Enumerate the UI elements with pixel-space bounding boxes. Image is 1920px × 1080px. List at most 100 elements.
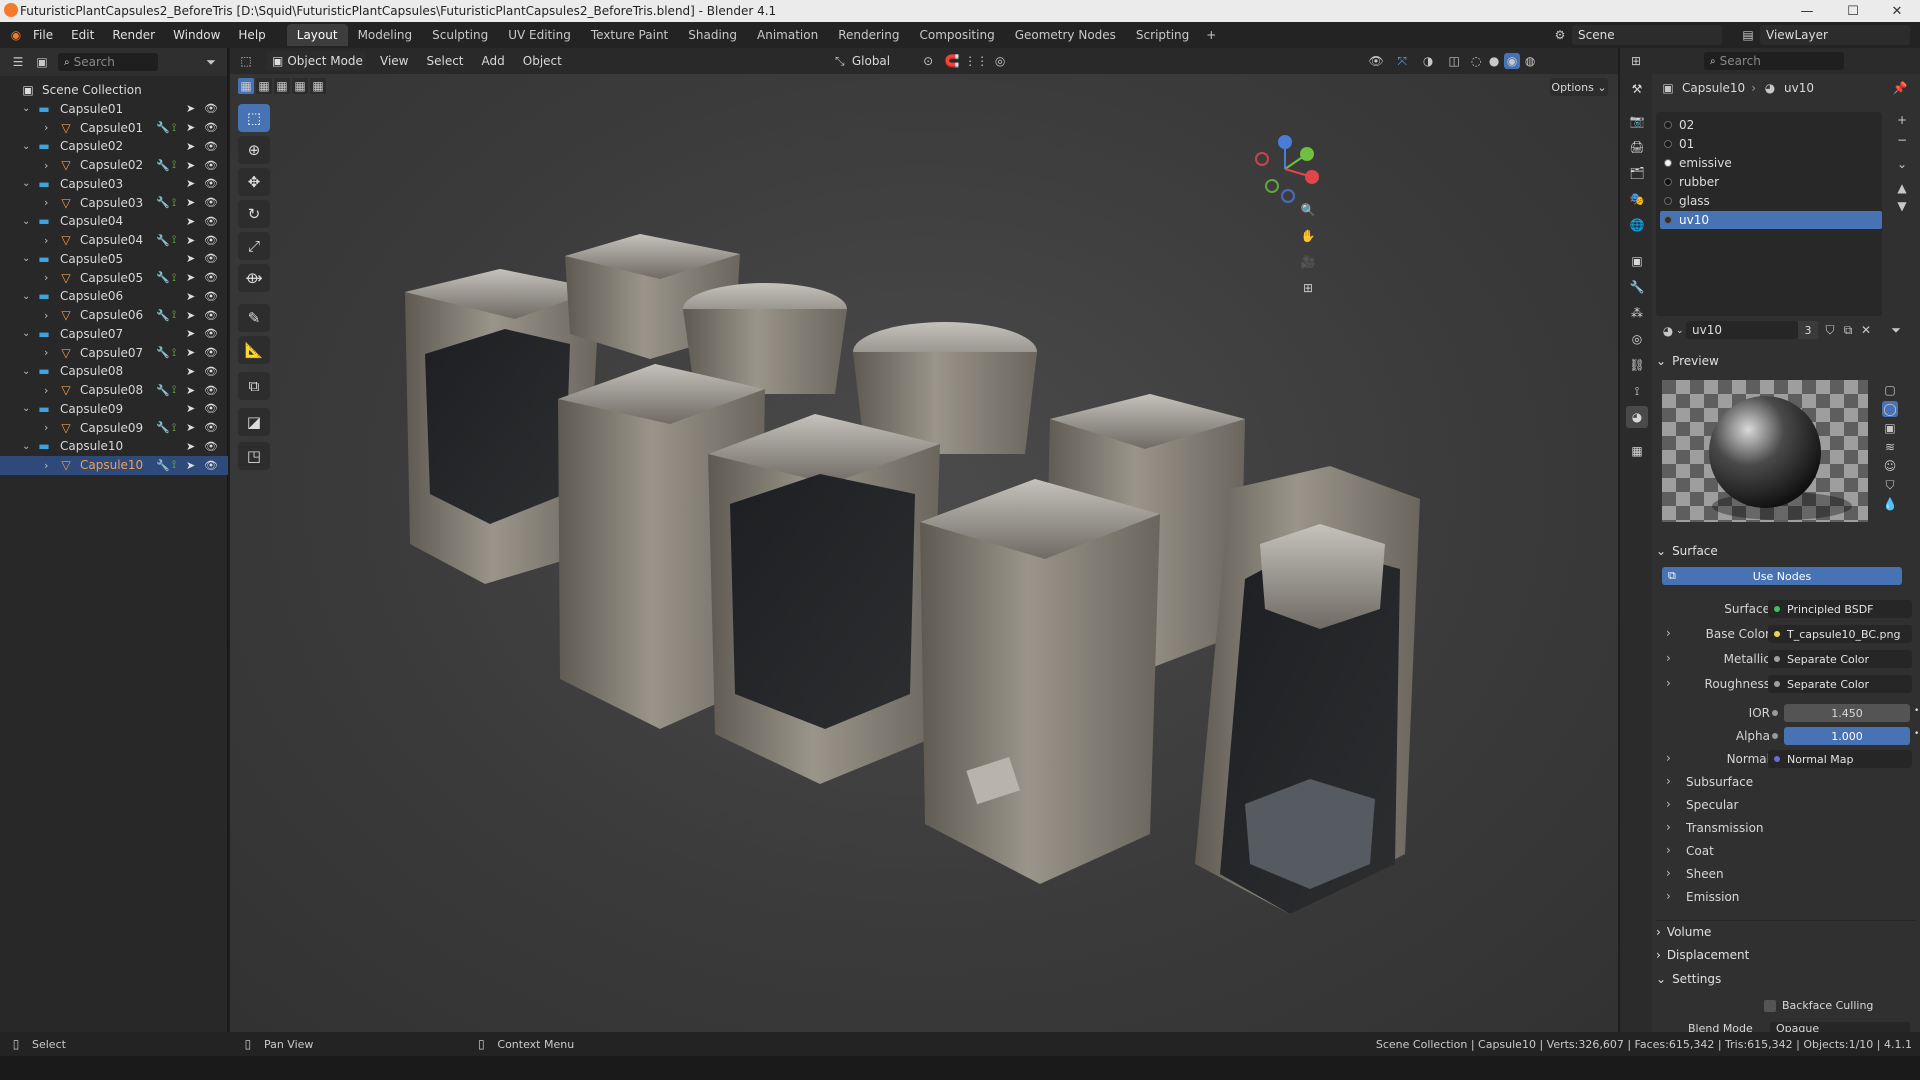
eye-icon[interactable]: 👁 [204,327,218,340]
subpanel-emission[interactable]: › Emission [1652,886,1920,908]
snap-icon[interactable]: 🧲 [944,53,960,69]
outliner-search-input[interactable]: ⌕ Search [58,53,158,71]
data-tab-icon[interactable]: ⟟ [1626,380,1648,402]
outliner-object-row[interactable]: › ▽ Capsule02 🔧 ⟟ ➤ 👁 [0,156,228,175]
orientation-selector[interactable]: Global [852,54,890,68]
menu-add[interactable]: Add [482,54,505,68]
modifier-wrench-icon[interactable]: 🔧 [156,309,170,322]
selectable-arrow-icon[interactable]: ➤ [186,346,195,359]
blender-menu-icon[interactable]: ◉ [8,27,24,43]
eye-icon[interactable]: 👁 [204,196,218,209]
selectable-arrow-icon[interactable]: ➤ [186,215,195,228]
pivot-icon[interactable]: ⊙ [920,53,936,69]
eye-icon[interactable]: 👁 [204,140,218,153]
menu-view[interactable]: View [380,54,408,68]
navigation-gizmo[interactable] [1250,134,1320,204]
selectable-arrow-icon[interactable]: ➤ [186,252,195,265]
chevron-right-icon[interactable]: › [1666,626,1671,640]
modifier-wrench-icon[interactable]: 🔧 [156,196,170,209]
tab-uv-editing[interactable]: UV Editing [498,24,581,46]
chevron-down-icon[interactable]: ⌄ [22,253,30,264]
menu-object[interactable]: Object [523,54,562,68]
tool-tab-icon[interactable]: ⚒ [1626,78,1648,100]
render-tab-icon[interactable]: 📷 [1626,110,1648,132]
chevron-right-icon[interactable]: › [1666,751,1671,765]
material-shading-icon[interactable]: ◉ [1504,53,1521,69]
eye-icon[interactable]: 👁 [204,440,218,453]
selectable-arrow-icon[interactable]: ➤ [186,421,195,434]
3d-viewport[interactable]: ⬚ ▣ Object Mode View Select Add Object ⤡ … [230,48,1618,1032]
outliner-collection-row[interactable]: ⌄ ▬ Capsule06 ➤ 👁 [0,287,228,306]
perspective-grid-icon[interactable]: ⊞ [1300,280,1316,296]
modifier-wrench-icon[interactable]: 🔧 [156,121,170,134]
selectable-arrow-icon[interactable]: ➤ [186,327,195,340]
mesh-data-icon[interactable]: ⟟ [172,271,176,285]
chevron-down-icon[interactable]: ⌄ [22,178,30,189]
maximize-button[interactable]: ☐ [1830,0,1876,22]
keyframe-dot-icon[interactable]: • [1914,729,1919,739]
outliner-object-row[interactable]: › ▽ Capsule04 🔧 ⟟ ➤ 👁 [0,231,228,250]
world-tab-icon[interactable]: 🌐 [1626,214,1648,236]
preview-panel-header[interactable]: ⌄ Preview [1656,350,1916,372]
input-link[interactable]: T_capsule10_BC.png [1768,625,1912,643]
modifier-wrench-icon[interactable]: 🔧 [156,421,170,434]
displacement-panel-header[interactable]: › Displacement [1656,944,1916,966]
cloth-preview-icon[interactable]: ⛉ [1882,477,1898,493]
move-slot-down-icon[interactable]: ▼ [1894,198,1910,214]
wireframe-shading-icon[interactable]: ◌ [1468,53,1484,69]
material-slot[interactable]: uv10 [1660,211,1882,229]
chevron-right-icon[interactable]: › [44,159,48,172]
chevron-right-icon[interactable]: › [44,234,48,247]
material-name-field[interactable]: uv10 [1686,321,1798,339]
outliner-object-row[interactable]: › ▽ Capsule01 🔧 ⟟ ➤ 👁 [0,118,228,137]
filter-icon[interactable]: ⏷ [203,54,219,70]
outliner-object-row[interactable]: › ▽ Capsule03 🔧 ⟟ ➤ 👁 [0,193,228,212]
subpanel-coat[interactable]: › Coat [1652,840,1920,862]
outliner-object-row[interactable]: › ▽ Capsule06 🔧 ⟟ ➤ 👁 [0,306,228,325]
chevron-right-icon[interactable]: › [44,346,48,359]
eye-icon[interactable]: 👁 [204,421,218,434]
selectable-arrow-icon[interactable]: ➤ [186,459,195,472]
backface-culling-checkbox[interactable]: Backface Culling [1764,999,1873,1012]
editor-type-icon[interactable]: ⊞ [1628,53,1644,69]
chevron-down-icon[interactable]: ⌄ [22,141,30,152]
mesh-data-icon[interactable]: ⟟ [172,121,176,135]
flat-preview-icon[interactable]: ▢ [1882,382,1898,398]
outliner-collection-row[interactable]: ⌄ ▬ Capsule01 ➤ 👁 [0,99,228,118]
mesh-data-icon[interactable]: ⟟ [172,196,176,210]
outliner-collection-row[interactable]: ⌄ ▬ Capsule09 ➤ 👁 [0,399,228,418]
outliner-collection-row[interactable]: ⌄ ▬ Capsule10 ➤ 👁 [0,437,228,456]
keyframe-dot-icon[interactable]: • [1914,706,1919,716]
selectable-arrow-icon[interactable]: ➤ [186,402,195,415]
eye-icon[interactable]: 👁 [204,402,218,415]
ior-field[interactable]: 1.450 [1784,704,1910,722]
mesh-data-icon[interactable]: ⟟ [172,346,176,360]
texture-tab-icon[interactable]: ▦ [1626,440,1648,462]
selectable-arrow-icon[interactable]: ➤ [186,102,195,115]
chevron-right-icon[interactable]: › [44,121,48,134]
visibility-icon[interactable]: 👁 [1368,53,1384,69]
outliner-object-row[interactable]: › ▽ Capsule08 🔧 ⟟ ➤ 👁 [0,381,228,400]
material-slot[interactable]: rubber [1660,173,1882,191]
eye-icon[interactable]: 👁 [204,309,218,322]
tab-scripting[interactable]: Scripting [1126,24,1199,46]
selectable-arrow-icon[interactable]: ➤ [186,309,195,322]
tab-modeling[interactable]: Modeling [348,24,423,46]
display-mode-icon[interactable]: ▣ [34,54,50,70]
use-nodes-button[interactable]: ⧉ Use Nodes [1662,567,1902,585]
selectable-arrow-icon[interactable]: ➤ [186,365,195,378]
editor-type-icon[interactable]: ⬚ [238,53,254,69]
outliner-object-row[interactable]: › ▽ Capsule05 🔧 ⟟ ➤ 👁 [0,268,228,287]
subpanel-transmission[interactable]: › Transmission [1652,817,1920,839]
modifier-wrench-icon[interactable]: 🔧 [156,384,170,397]
tab-rendering[interactable]: Rendering [828,24,909,46]
menu-render[interactable]: Render [103,28,164,42]
properties-search-input[interactable]: ⌕ Search [1704,52,1844,70]
eye-icon[interactable]: 👁 [204,271,218,284]
zoom-icon[interactable]: 🔍 [1300,202,1316,218]
mesh-data-icon[interactable]: ⟟ [172,233,176,247]
selectable-arrow-icon[interactable]: ➤ [186,290,195,303]
modifier-wrench-icon[interactable]: 🔧 [156,234,170,247]
eye-icon[interactable]: 👁 [204,215,218,228]
modifier-wrench-icon[interactable]: 🔧 [156,271,170,284]
